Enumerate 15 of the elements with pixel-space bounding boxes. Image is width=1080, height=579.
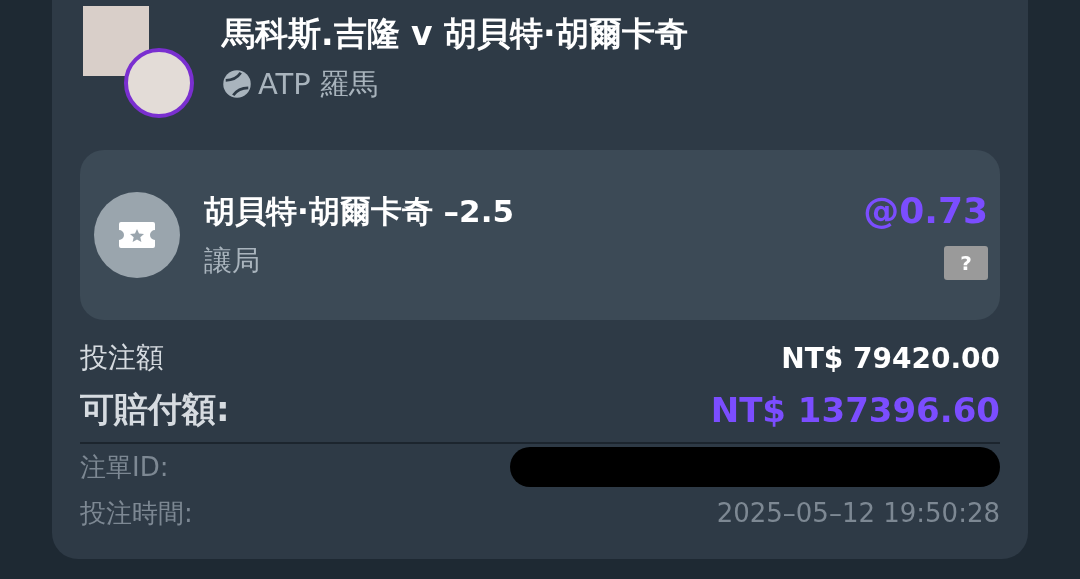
amount-label: 可賠付額: <box>80 388 230 431</box>
photo-placeholder <box>83 6 149 76</box>
help-button[interactable]: ? <box>944 246 988 280</box>
amount-value: NT$ 137396.60 <box>710 390 1000 430</box>
amount-label: 投注額 <box>80 340 164 376</box>
detail-label: 投注時間: <box>80 496 193 530</box>
match-title: 馬科斯.吉隆 v 胡貝特·胡爾卡奇 <box>222 13 688 55</box>
detail-value: 2025–05–12 19:50:28 <box>716 498 1000 528</box>
market-type: 讓局 <box>204 243 261 279</box>
selection-name: 胡貝特·胡爾卡奇 –2.5 <box>204 192 515 231</box>
odds-value: @0.73 <box>863 190 988 232</box>
detail-label: 注單ID: <box>80 450 169 484</box>
amount-value: NT$ 79420.00 <box>781 341 1000 375</box>
tennis-ball-icon <box>222 69 252 99</box>
tournament-name: ATP 羅馬 <box>258 66 378 103</box>
